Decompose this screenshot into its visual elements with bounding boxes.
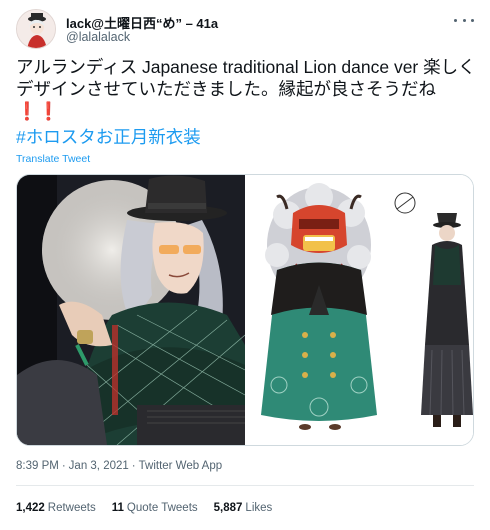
costume-design-illustration [247, 175, 473, 445]
hashtag-link[interactable]: #ホロスタお正月新衣装 [16, 126, 201, 148]
double-exclamation-emoji: ❗❗ [16, 101, 60, 121]
tweet-source[interactable]: Twitter Web App [139, 460, 223, 472]
translate-tweet-link[interactable]: Translate Tweet [16, 153, 90, 165]
retweets-label: Retweets [47, 502, 96, 514]
likes-count: 5,887 [213, 502, 243, 514]
quote-tweets-stat[interactable]: 11 Quote Tweets [112, 502, 198, 514]
likes-label: Likes [245, 502, 273, 514]
more-dots-icon[interactable] [454, 13, 474, 27]
tweet-text-content: アルランディス Japanese traditional Lion dance … [16, 57, 476, 99]
tweet-text: アルランディス Japanese traditional Lion dance … [16, 56, 476, 122]
dot [471, 18, 474, 22]
likes-stat[interactable]: 5,887 Likes [214, 502, 273, 514]
retweets-stat[interactable]: 1,422 Retweets [16, 502, 96, 514]
media-image-left[interactable] [17, 175, 245, 445]
media-image-right[interactable] [247, 175, 473, 445]
character-portrait-illustration [17, 175, 245, 445]
dot [454, 18, 457, 22]
retweets-count: 1,422 [16, 502, 45, 514]
dot [462, 18, 466, 22]
divider [16, 485, 474, 486]
media-grid[interactable] [16, 174, 474, 446]
separator: · [131, 460, 136, 472]
quote-tweets-label: Quote Tweets [126, 502, 198, 514]
tweet-time[interactable]: 8:39 PM [16, 460, 59, 472]
avatar-illustration [17, 10, 55, 48]
separator: · [61, 460, 66, 472]
tweet-card: lack@土曜日西“め” – 41a @lalalalack アルランディス J… [0, 0, 490, 530]
quote-tweets-count: 11 [111, 502, 124, 514]
tweet-date[interactable]: Jan 3, 2021 [69, 460, 129, 472]
avatar[interactable] [16, 9, 56, 49]
tweet-stats: 1,422 Retweets 11 Quote Tweets 5,887 Likes [16, 502, 272, 514]
author-handle[interactable]: @lalalalack [66, 30, 130, 44]
tweet-meta: 8:39 PM · Jan 3, 2021 · Twitter Web App [16, 460, 222, 472]
